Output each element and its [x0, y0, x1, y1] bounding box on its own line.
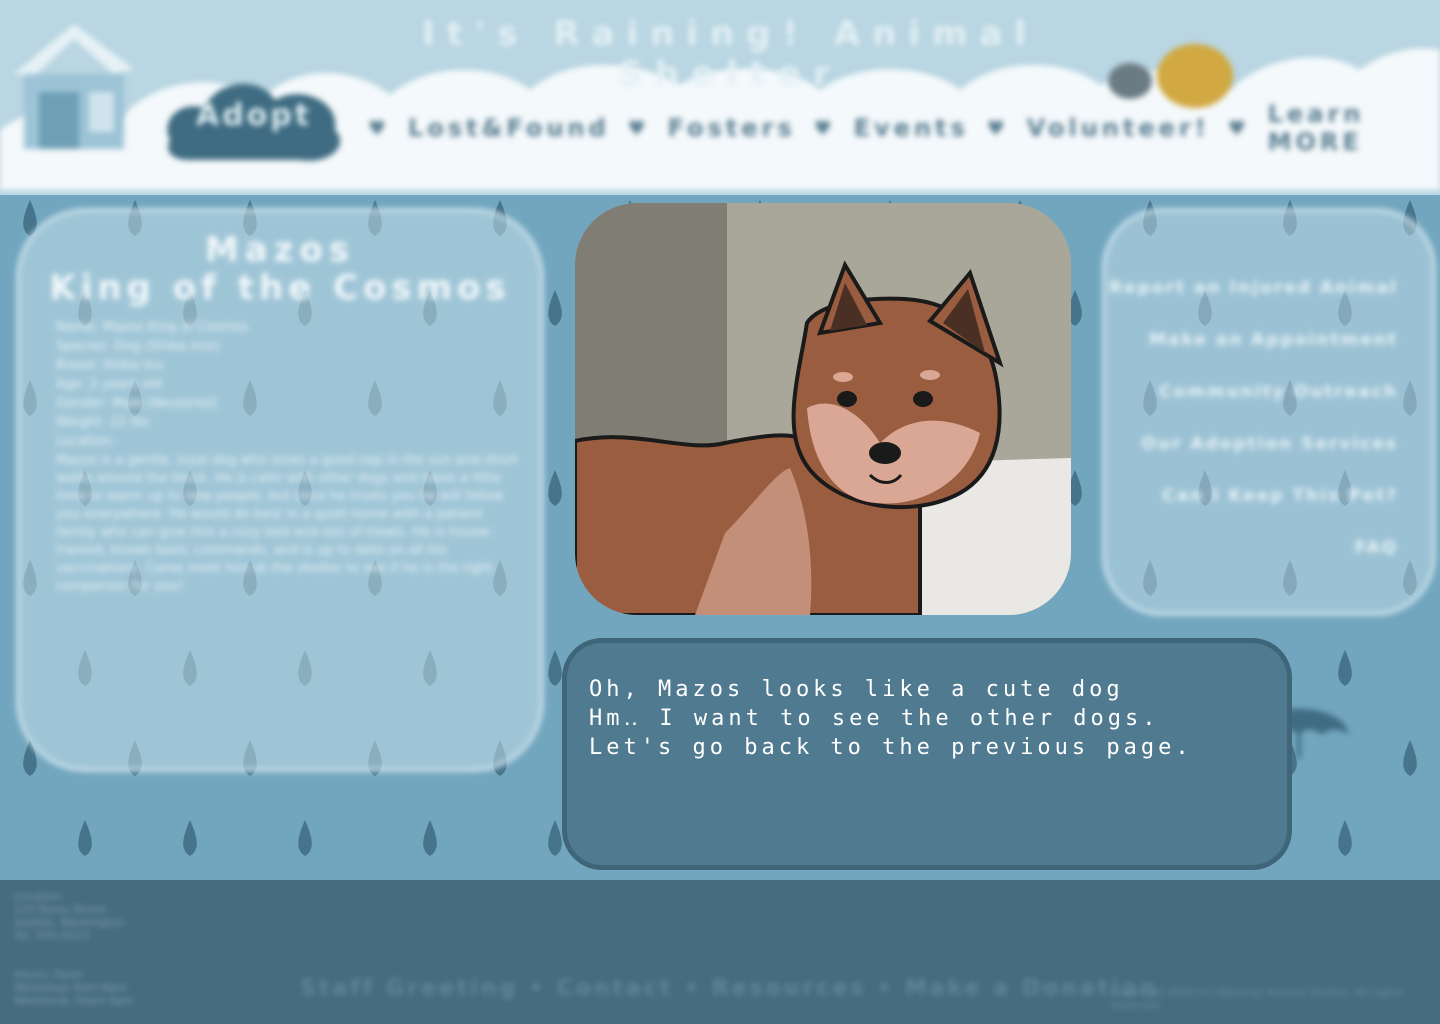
menu-keep-pet[interactable]: Can I Keep This Pet? [1162, 486, 1398, 506]
raindrop [548, 290, 562, 326]
nav-lost-found[interactable]: Lost&Found [408, 114, 610, 142]
footer-line: Tel: 555-0123 [14, 929, 89, 942]
nav-fosters[interactable]: Fosters [668, 114, 796, 142]
heart-icon: ♥ [627, 116, 650, 140]
footer-line: Location: [14, 890, 65, 903]
raindrop [298, 820, 312, 856]
dog-illustration [575, 203, 1071, 615]
site-title: It's Raining! Animal Shelter [421, 14, 1039, 94]
nav-adopt[interactable]: Adopt [196, 98, 312, 133]
dog-house-icon [14, 24, 134, 149]
pet-fact: Gender: Male (Neutered) [56, 396, 218, 411]
footer-line: Hours: Open [14, 968, 83, 981]
footer-line: Weekends 10am-4pm [14, 994, 134, 1007]
raindrop [423, 820, 437, 856]
footer-links[interactable]: Staff Greeting • Contact • Resources • M… [300, 976, 1158, 1001]
pet-name: Mazos [204, 230, 356, 270]
raindrop [78, 820, 92, 856]
nav-learn-more[interactable]: Learn MORE [1268, 100, 1438, 156]
page: It's Raining! Animal Shelter Adopt ♥ Los… [0, 0, 1440, 1024]
raindrop [1338, 820, 1352, 856]
pet-fact: Name: Mazos King of Cosmos [56, 320, 249, 335]
cat-and-dog-icon [1108, 44, 1233, 108]
pet-description: Mazos is a gentle, loyal dog who loves a… [56, 453, 518, 594]
raindrop [1338, 650, 1352, 686]
pet-fact: Species: Dog (Shiba mix) [56, 339, 220, 354]
dialog-line: Oh, Mazos looks like a cute dog [589, 677, 1124, 702]
pet-title: King of the Cosmos [49, 268, 511, 308]
pet-fact: Age: 2 years old [56, 377, 162, 392]
menu-community-outreach[interactable]: Community Outreach [1159, 382, 1398, 402]
dialog-box[interactable]: Oh, Mazos looks like a cute dog Hm‥ I wa… [562, 638, 1292, 870]
side-menu: Report an Injured Animal Make an Appoint… [1109, 278, 1398, 558]
raindrop [183, 820, 197, 856]
dialog-line: Hm‥ I want to see the other dogs. [589, 706, 1160, 731]
footer-address: Location: 123 Rainy Street Seattle, Wash… [14, 890, 125, 942]
pet-info-panel: Mazos King of the Cosmos Name: Mazos Kin… [16, 208, 544, 772]
side-menu-panel: Report an Injured Animal Make an Appoint… [1102, 208, 1436, 616]
dialog-text: Oh, Mazos looks like a cute dog Hm‥ I wa… [589, 675, 1193, 762]
footer-copyright: Copyright 2023 It's Raining! Animal Shel… [1110, 986, 1404, 1012]
footer-line: Seattle, Washington [14, 916, 125, 929]
pet-fact: Breed: Shiba Inu [56, 358, 164, 373]
menu-adoption-services[interactable]: Our Adoption Services [1142, 434, 1398, 454]
heart-icon: ♥ [986, 116, 1009, 140]
footer-line: 123 Rainy Street [14, 903, 107, 916]
pet-facts: Name: Mazos King of Cosmos Species: Dog … [56, 318, 516, 451]
menu-make-appointment[interactable]: Make an Appointment [1149, 330, 1398, 350]
raindrop [548, 650, 562, 686]
heart-icon: ♥ [813, 116, 836, 140]
pet-fact: Weight: 22 lbs [56, 415, 150, 430]
raindrop [548, 820, 562, 856]
footer-line: Weekdays 9am-6pm [14, 981, 127, 994]
dialog-line: Let's go back to the previous page. [589, 735, 1193, 760]
raindrop [548, 470, 562, 506]
menu-faq[interactable]: FAQ [1355, 538, 1398, 558]
heart-icon: ♥ [368, 116, 390, 140]
pet-fact: Location: [56, 434, 116, 449]
raindrop [1403, 740, 1417, 776]
main-nav: ♥ Lost&Found ♥ Fosters ♥ Events ♥ Volunt… [368, 100, 1438, 156]
nav-volunteer[interactable]: Volunteer! [1027, 114, 1210, 142]
nav-events[interactable]: Events [854, 114, 969, 142]
heart-icon: ♥ [1227, 116, 1250, 140]
pet-photo [575, 203, 1071, 615]
menu-report-injured[interactable]: Report an Injured Animal [1109, 278, 1398, 298]
footer-hours: Hours: Open Weekdays 9am-6pm Weekends 10… [14, 968, 134, 1007]
